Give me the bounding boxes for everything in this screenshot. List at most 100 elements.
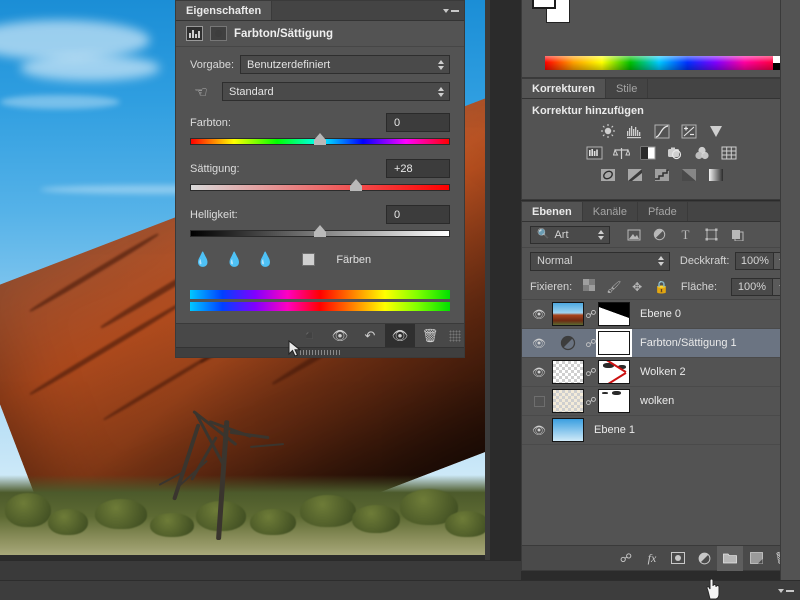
opacity-value[interactable]: 100%: [735, 252, 775, 270]
color-balance-icon[interactable]: [612, 145, 630, 161]
layer-thumbnail[interactable]: [552, 360, 584, 384]
tab-kanaele[interactable]: Kanäle: [583, 202, 638, 221]
brightness-contrast-icon[interactable]: [599, 123, 617, 139]
foreground-color-swatch[interactable]: [532, 0, 556, 9]
filter-pixel-icon[interactable]: [626, 227, 641, 242]
layer-visibility-toggle[interactable]: [526, 395, 552, 407]
filter-adjustment-icon[interactable]: [652, 227, 667, 242]
layer-visibility-toggle[interactable]: 👁: [526, 337, 552, 350]
eyedropper-icon[interactable]: 💧: [194, 251, 211, 268]
hue-saturation-icon[interactable]: [186, 26, 203, 41]
slider-hue-track[interactable]: [190, 138, 450, 145]
layer-link-icon[interactable]: ☍: [584, 308, 598, 321]
slider-saturation-track[interactable]: [190, 184, 450, 191]
fill-value[interactable]: 100%: [731, 277, 773, 296]
layer-link-icon[interactable]: ☍: [584, 395, 598, 408]
table-row[interactable]: ☍ wolken: [522, 387, 800, 416]
properties-panel[interactable]: Eigenschaften Farbton/Sättigung Vorgabe:…: [175, 0, 465, 358]
properties-panel-tabs[interactable]: Eigenschaften: [176, 1, 464, 21]
filter-smart-object-icon[interactable]: [730, 227, 745, 242]
curves-icon[interactable]: [653, 123, 671, 139]
spectrum-bar-outer[interactable]: [190, 290, 450, 299]
layer-thumbnail[interactable]: [552, 302, 584, 326]
spectrum-bar-inner[interactable]: [190, 302, 450, 311]
layer-mask-thumbnail[interactable]: [596, 329, 632, 357]
layer-visibility-toggle[interactable]: 👁: [526, 424, 552, 437]
selective-color-icon[interactable]: [680, 167, 698, 183]
slider-saturation-thumb[interactable]: [350, 179, 363, 191]
layer-style-fx-icon[interactable]: fx: [639, 546, 665, 571]
filter-type-dropdown[interactable]: 🔍 Art: [530, 225, 610, 244]
filter-shape-icon[interactable]: [704, 227, 719, 242]
slider-saturation-value[interactable]: +28: [386, 159, 450, 178]
mask-icon[interactable]: [210, 26, 227, 41]
add-layer-mask-icon[interactable]: [665, 546, 691, 571]
posterize-icon[interactable]: [626, 167, 644, 183]
reset-icon[interactable]: ↶: [355, 324, 385, 348]
slider-lightness-value[interactable]: 0: [386, 205, 450, 224]
toggle-visibility-icon[interactable]: 👁: [385, 323, 415, 348]
tab-pfade[interactable]: Pfade: [638, 202, 688, 221]
table-row[interactable]: 👁 ☍ Farbton/Sättigung 1: [522, 329, 800, 358]
tab-eigenschaften[interactable]: Eigenschaften: [176, 1, 273, 20]
table-row[interactable]: 👁 ☍ Ebene 0: [522, 300, 800, 329]
properties-panel-menu-icon[interactable]: [442, 5, 459, 17]
lock-image-icon[interactable]: 🖌: [606, 280, 621, 294]
corrections-panel-tabs[interactable]: Korrekturen Stile: [522, 79, 800, 99]
color-lookup-icon[interactable]: [720, 145, 738, 161]
photo-filter-icon[interactable]: [666, 145, 684, 161]
layer-mask-thumbnail[interactable]: [598, 302, 630, 326]
color-panel[interactable]: [521, 0, 800, 78]
lock-transparency-icon[interactable]: [582, 279, 596, 294]
table-row[interactable]: 👁 ☍ Wolken 2: [522, 358, 800, 387]
layer-thumbnail[interactable]: [552, 335, 584, 351]
layer-mask-thumbnail[interactable]: [598, 389, 630, 413]
threshold-icon[interactable]: [653, 167, 671, 183]
new-adjustment-layer-icon[interactable]: [691, 546, 717, 571]
channel-mixer-icon[interactable]: [693, 145, 711, 161]
exposure-icon[interactable]: [680, 123, 698, 139]
layer-thumbnail[interactable]: [552, 418, 584, 442]
color-ramp[interactable]: [545, 56, 773, 70]
tab-ebenen[interactable]: Ebenen: [522, 202, 583, 221]
canvas-vertical-scrollbar[interactable]: [485, 0, 490, 560]
layer-visibility-toggle[interactable]: 👁: [526, 366, 552, 379]
panel-menu-icon[interactable]: [777, 585, 794, 597]
view-previous-state-icon[interactable]: 👁: [325, 324, 355, 348]
slider-lightness-track[interactable]: [190, 230, 450, 237]
link-layers-icon[interactable]: ☍: [613, 546, 639, 571]
vibrance-icon[interactable]: [707, 123, 725, 139]
preset-dropdown[interactable]: Benutzerdefiniert: [240, 55, 450, 74]
gradient-map-icon[interactable]: [707, 167, 725, 183]
new-group-icon[interactable]: [717, 545, 743, 571]
layer-visibility-toggle[interactable]: 👁: [526, 308, 552, 321]
tab-stile[interactable]: Stile: [606, 79, 649, 98]
eyedropper-add-icon[interactable]: 💧: [225, 251, 242, 268]
lock-position-icon[interactable]: ✥: [630, 280, 644, 294]
table-row[interactable]: 👁 Ebene 1: [522, 416, 800, 445]
hand-icon[interactable]: ☜: [190, 83, 212, 101]
layer-mask-thumbnail[interactable]: [598, 360, 630, 384]
layer-link-icon[interactable]: ☍: [584, 337, 598, 350]
hue-saturation-icon[interactable]: [585, 145, 603, 161]
tab-korrekturen[interactable]: Korrekturen: [522, 79, 606, 98]
slider-hue-thumb[interactable]: [314, 133, 327, 145]
layer-link-icon[interactable]: ☍: [584, 366, 598, 379]
new-layer-icon[interactable]: [743, 546, 769, 571]
lock-all-icon[interactable]: 🔒: [654, 280, 669, 294]
slider-lightness-thumb[interactable]: [314, 225, 327, 237]
layers-panel[interactable]: Ebenen Kanäle Pfade 🔍 Art T Normal Deckk…: [521, 201, 800, 571]
layer-thumbnail[interactable]: [552, 389, 584, 413]
resize-grip[interactable]: [449, 329, 461, 342]
eyedropper-subtract-icon[interactable]: 💧: [257, 251, 274, 268]
colorize-checkbox[interactable]: [302, 253, 316, 266]
foreground-background-swatches[interactable]: [532, 0, 572, 25]
levels-icon[interactable]: [626, 123, 644, 139]
panel-resize-handle[interactable]: [176, 347, 464, 357]
channel-dropdown[interactable]: Standard: [222, 82, 450, 101]
blend-mode-dropdown[interactable]: Normal: [530, 251, 670, 271]
black-white-icon[interactable]: [639, 145, 657, 161]
delete-icon[interactable]: 🗑: [415, 324, 445, 348]
layers-panel-tabs[interactable]: Ebenen Kanäle Pfade: [522, 202, 800, 222]
filter-type-icon[interactable]: T: [678, 227, 693, 242]
